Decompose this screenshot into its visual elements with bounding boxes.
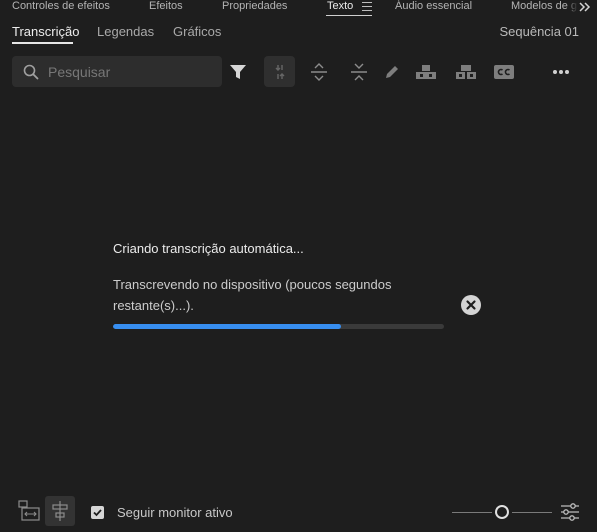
caption-track-button[interactable]: [14, 496, 44, 526]
tab-controles-de-efeitos[interactable]: Controles de efeitos: [12, 0, 110, 16]
tab-audio-essencial[interactable]: Áudio essencial: [395, 0, 472, 16]
filter-button[interactable]: [226, 56, 250, 87]
progress-bar: [113, 324, 444, 329]
panel-menu-icon[interactable]: [362, 2, 372, 11]
edit-button[interactable]: [382, 56, 402, 87]
split-segment-button[interactable]: [264, 56, 295, 87]
progress-fill: [113, 324, 342, 329]
panel-tab-strip: Controles de efeitos Efeitos Propriedade…: [0, 0, 597, 16]
split-icon: [275, 64, 284, 79]
status-detail: Transcrevendo no dispositivo (poucos seg…: [113, 277, 392, 313]
captions-button[interactable]: [493, 56, 515, 87]
status-title: Criando transcrição automática...: [113, 241, 304, 256]
tab-transcricao[interactable]: Transcrição: [12, 24, 79, 39]
follow-monitor-label: Seguir monitor ativo: [117, 505, 233, 520]
speaker-add-button[interactable]: [414, 56, 438, 87]
expand-button[interactable]: [308, 56, 330, 87]
tab-graficos[interactable]: Gráficos: [173, 24, 221, 39]
tab-propriedades[interactable]: Propriedades: [222, 0, 287, 16]
expand-icon: [311, 62, 327, 81]
settings-sliders-icon[interactable]: [560, 502, 580, 522]
zoom-slider-track-left[interactable]: [452, 512, 492, 513]
overflow-chevron-icon[interactable]: [579, 1, 591, 13]
more-icon: [553, 69, 569, 74]
speaker-add-icon: [416, 64, 436, 79]
tab-efeitos[interactable]: Efeitos: [149, 0, 183, 16]
active-panel-indicator: [326, 15, 372, 16]
speaker-merge-icon: [456, 64, 476, 79]
align-button[interactable]: [45, 496, 75, 526]
cc-icon: [494, 64, 514, 79]
cancel-button[interactable]: [461, 295, 481, 315]
collapse-icon: [351, 63, 367, 80]
checkmark-icon: [93, 509, 102, 517]
follow-monitor-checkbox[interactable]: [91, 506, 104, 519]
caption-track-icon: [18, 500, 40, 521]
filter-icon: [230, 64, 246, 79]
close-icon: [461, 295, 481, 315]
collapse-button[interactable]: [348, 56, 370, 87]
align-center-icon: [52, 501, 68, 521]
sequence-name: Sequência 01: [499, 24, 579, 39]
speaker-merge-button[interactable]: [454, 56, 478, 87]
zoom-slider-thumb[interactable]: [495, 505, 509, 519]
search-input[interactable]: [48, 61, 213, 82]
active-subtab-indicator: [12, 42, 73, 44]
search-box[interactable]: [12, 56, 222, 87]
more-options-button[interactable]: [549, 56, 573, 87]
zoom-slider-track-right[interactable]: [512, 512, 552, 513]
tab-texto[interactable]: Texto: [327, 0, 353, 16]
pencil-icon: [386, 65, 398, 78]
tab-fade: [566, 0, 578, 14]
tab-legendas[interactable]: Legendas: [97, 24, 154, 39]
search-icon: [23, 64, 39, 80]
